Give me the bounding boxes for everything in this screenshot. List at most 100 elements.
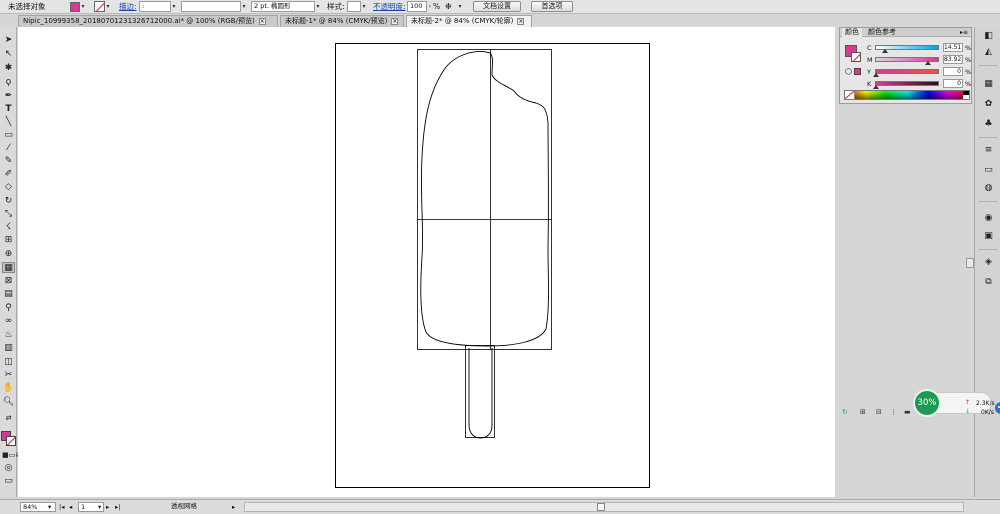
stroke-panel-icon[interactable]: ≡	[983, 145, 994, 155]
panel-stroke-swatch[interactable]	[851, 52, 861, 62]
recolor-icon[interactable]: ❉	[445, 2, 457, 11]
column-graph-tool-icon[interactable]: ▥	[2, 343, 15, 354]
next-page-icon[interactable]: ▸	[106, 502, 109, 512]
boost-icon[interactable]: ✚	[995, 402, 1000, 414]
slice-tool-icon[interactable]: ✂	[2, 370, 15, 381]
symbol-sprayer-tool-icon[interactable]: ♨	[2, 330, 15, 341]
prev-page-icon[interactable]: ◂	[69, 502, 72, 512]
free-transform-tool-icon[interactable]: ⊞	[2, 235, 15, 246]
eraser-tool-icon[interactable]: ◇	[2, 182, 15, 193]
tab-color[interactable]: 颜色	[842, 27, 862, 37]
stroke-swatch[interactable]	[94, 1, 105, 12]
direct-selection-tool-icon[interactable]: ↖	[2, 49, 15, 60]
gradient-panel-icon[interactable]: ▭	[983, 165, 994, 175]
cyan-slider[interactable]	[875, 45, 939, 53]
shape-builder-tool-icon[interactable]: ⊕	[2, 249, 15, 260]
panel-menu-icon[interactable]: ▸≡	[960, 29, 971, 36]
black-white-swatch[interactable]	[963, 91, 969, 99]
tab-document-1[interactable]: Nipic_10999358_20180701231326712000.ai* …	[18, 15, 278, 27]
line-tool-icon[interactable]: ╲	[2, 117, 15, 128]
hand-tool-icon[interactable]: ✋	[2, 383, 15, 394]
blend-tool-icon[interactable]: ∞	[2, 316, 15, 327]
tab-color-guide[interactable]: 颜色参考	[865, 28, 899, 37]
first-page-icon[interactable]: |◂	[59, 502, 64, 512]
chevron-down-icon[interactable]: ▾	[315, 2, 321, 12]
pen-tool-icon[interactable]: ✒	[2, 91, 15, 102]
artboard-canvas[interactable]	[18, 27, 835, 497]
drawing-mode-icon[interactable]: ◎	[2, 463, 15, 474]
perspective-grid-tool-icon[interactable]: ▦	[2, 262, 15, 273]
variable-width-field[interactable]	[181, 1, 241, 12]
color-guide-panel-icon[interactable]: ◭	[983, 47, 994, 57]
graphic-styles-panel-icon[interactable]: ▣	[983, 231, 994, 241]
swatches-panel-icon[interactable]: ▦	[983, 79, 994, 89]
opacity-field[interactable]: 100	[407, 1, 427, 12]
memory-usage-percent[interactable]: 30%	[913, 389, 941, 417]
color-panel-icon[interactable]: ◧	[983, 31, 994, 41]
style-swatch-field[interactable]	[347, 1, 361, 12]
color-spectrum-bar[interactable]	[844, 90, 970, 100]
none-color-swatch[interactable]	[845, 91, 855, 99]
slider-thumb[interactable]	[873, 73, 879, 77]
lasso-tool-icon[interactable]: ϙ	[2, 77, 15, 88]
chevron-down-icon[interactable]: ▾	[361, 2, 367, 12]
stroke-label-link[interactable]: 描边:	[119, 1, 139, 12]
selection-tool-icon[interactable]: ➤	[2, 35, 15, 46]
stroke-color-box[interactable]	[6, 436, 16, 446]
transparency-panel-icon[interactable]: ◍	[983, 183, 994, 193]
last-page-icon[interactable]: ▸|	[115, 502, 120, 512]
rotate-tool-icon[interactable]: ↻	[2, 196, 15, 207]
color-mode-icon[interactable]: ■▭⊘	[2, 450, 21, 461]
horizontal-scrollbar[interactable]	[244, 502, 964, 512]
eyedropper-tool-icon[interactable]: ⚲	[2, 303, 15, 314]
align-icon[interactable]: ⊟	[876, 408, 882, 416]
dots-icon[interactable]: ⋮	[890, 408, 897, 416]
chevron-down-icon[interactable]: ▾	[171, 2, 177, 12]
swap-colors-icon[interactable]: ⇄	[2, 413, 15, 424]
tab-document-2[interactable]: 未标题-1* @ 84% (CMYK/预览) ×	[280, 15, 404, 27]
slider-thumb[interactable]	[881, 49, 888, 53]
opacity-label-link[interactable]: 不透明度:	[373, 1, 407, 12]
magenta-value-field[interactable]: 83.92	[943, 55, 963, 64]
out-of-gamut-icon[interactable]: ⬡	[845, 67, 852, 76]
yellow-value-field[interactable]: 0	[943, 67, 963, 76]
gradient-tool-icon[interactable]: ▤	[2, 289, 15, 300]
pencil-tool-icon[interactable]: ✎	[2, 156, 15, 167]
appearance-panel-icon[interactable]: ◉	[983, 213, 994, 223]
close-icon[interactable]: ×	[258, 18, 266, 25]
chevron-down-icon[interactable]: ▾	[241, 2, 247, 12]
scale-tool-icon[interactable]: ⤡	[2, 209, 15, 220]
magic-wand-tool-icon[interactable]: ✱	[2, 63, 15, 74]
symbols-panel-icon[interactable]: ♣	[983, 119, 994, 129]
preferences-button[interactable]: 首选项	[531, 1, 573, 12]
fill-swatch[interactable]	[70, 1, 80, 12]
web-safe-swatch[interactable]	[854, 68, 861, 75]
chevron-down-icon[interactable]: ▾	[457, 2, 463, 12]
chevron-down-icon[interactable]: ▾	[98, 502, 101, 512]
rectangle-tool-icon[interactable]: ▭	[2, 130, 15, 141]
blob-brush-tool-icon[interactable]: ✐	[2, 169, 15, 180]
yellow-slider[interactable]	[873, 69, 939, 77]
slider-thumb[interactable]	[873, 85, 879, 89]
chevron-down-icon[interactable]: ▾	[105, 2, 111, 12]
refresh-icon[interactable]: ↻	[842, 408, 848, 416]
chevron-down-icon[interactable]: ▾	[80, 2, 86, 12]
warp-tool-icon[interactable]: ☇	[2, 222, 15, 233]
tab-document-3[interactable]: 未标题-2* @ 84% (CMYK/轮廓) ×	[406, 15, 532, 27]
mesh-tool-icon[interactable]: ⊠	[2, 276, 15, 287]
brush-definition-field[interactable]: 2 pt. 椭圆形	[251, 1, 315, 12]
close-icon[interactable]: ×	[517, 18, 525, 25]
cyan-value-field[interactable]: 14.51	[943, 43, 963, 52]
close-icon[interactable]: ×	[391, 18, 399, 25]
black-value-field[interactable]: 0	[943, 79, 963, 88]
slider-thumb[interactable]	[925, 61, 932, 65]
type-tool-icon[interactable]: T	[2, 104, 15, 115]
artboard-tool-icon[interactable]: ◫	[2, 357, 15, 368]
document-setup-button[interactable]: 文档设置	[473, 1, 521, 12]
network-speed-widget[interactable]: ↑ ↓ 2.3K/s 0K/s ✚ 30%	[910, 388, 1000, 418]
artboards-panel-icon[interactable]: ⧉	[983, 277, 994, 287]
black-slider[interactable]	[873, 81, 939, 89]
grid-icon[interactable]: ⊞	[860, 408, 866, 416]
stroke-weight-field[interactable]: :	[139, 1, 171, 12]
chevron-down-icon[interactable]: ▾	[48, 502, 51, 512]
